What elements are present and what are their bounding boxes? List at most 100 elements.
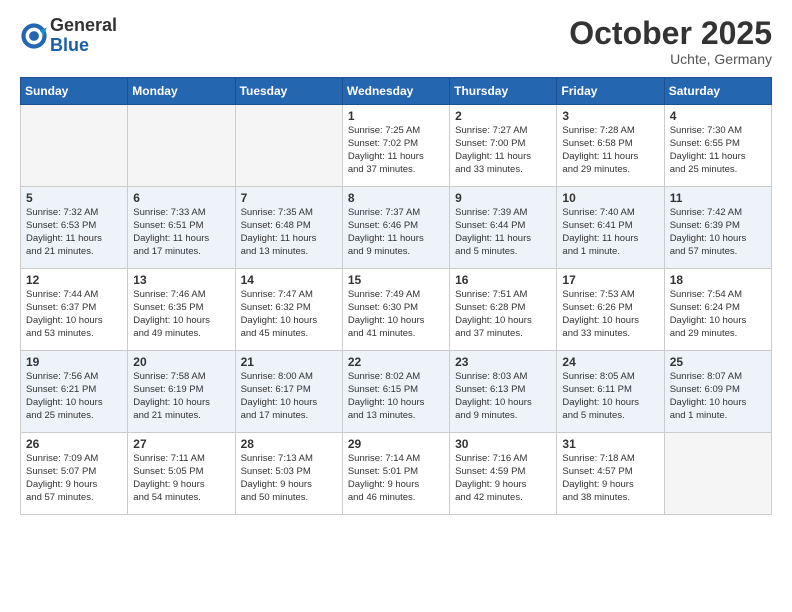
calendar-cell: 10 Sunrise: 7:40 AMSunset: 6:41 PMDayligh… (557, 187, 664, 269)
day-number: 30 (455, 437, 551, 451)
calendar-cell: 28 Sunrise: 7:13 AMSunset: 5:03 PMDayligh… (235, 433, 342, 515)
weekday-sunday: Sunday (21, 78, 128, 105)
calendar-cell: 8Sunrise: 7:37 AMSunset: 6:46 PMDaylight… (342, 187, 449, 269)
weekday-friday: Friday (557, 78, 664, 105)
day-detail: Sunrise: 7:47 AMSunset: 6:32 PMDaylight:… (241, 289, 337, 340)
day-detail: Sunrise: 7:37 AMSunset: 6:46 PMDaylight:… (348, 207, 444, 258)
day-detail: Sunrise: 8:05 AMSunset: 6:11 PMDaylight:… (562, 371, 658, 422)
day-detail: Sunrise: 7:09 AMSunset: 5:07 PMDaylight:… (26, 453, 122, 504)
calendar-cell: 20 Sunrise: 7:58 AMSunset: 6:19 PMDayligh… (128, 351, 235, 433)
day-number: 31 (562, 437, 658, 451)
calendar-cell: 17Sunrise: 7:53 AMSunset: 6:26 PMDayligh… (557, 269, 664, 351)
calendar-cell: 23Sunrise: 8:03 AMSunset: 6:13 PMDayligh… (450, 351, 557, 433)
day-number: 5 (26, 191, 122, 205)
logo-icon (20, 22, 48, 50)
calendar-cell: 15 Sunrise: 7:49 AMSunset: 6:30 PMDayligh… (342, 269, 449, 351)
day-number: 20 (133, 355, 229, 369)
day-detail: Sunrise: 7:27 AMSunset: 7:00 PMDaylight:… (455, 125, 551, 176)
day-detail: Sunrise: 7:40 AMSunset: 6:41 PMDaylight:… (562, 207, 658, 258)
day-detail: Sunrise: 7:25 AMSunset: 7:02 PMDaylight:… (348, 125, 444, 176)
day-detail: Sunrise: 7:44 AMSunset: 6:37 PMDaylight:… (26, 289, 122, 340)
day-number: 21 (241, 355, 337, 369)
day-number: 15 (348, 273, 444, 287)
day-number: 24 (562, 355, 658, 369)
location: Uchte, Germany (569, 51, 772, 67)
day-detail: Sunrise: 7:49 AMSunset: 6:30 PMDaylight:… (348, 289, 444, 340)
day-detail: Sunrise: 7:16 AMSunset: 4:59 PMDaylight:… (455, 453, 551, 504)
logo-blue-text: Blue (50, 35, 89, 55)
day-detail: Sunrise: 7:14 AMSunset: 5:01 PMDaylight:… (348, 453, 444, 504)
day-detail: Sunrise: 7:51 AMSunset: 6:28 PMDaylight:… (455, 289, 551, 340)
calendar-cell: 5 Sunrise: 7:32 AMSunset: 6:53 PMDaylight… (21, 187, 128, 269)
calendar-cell: 25 Sunrise: 8:07 AMSunset: 6:09 PMDayligh… (664, 351, 771, 433)
calendar-cell: 4Sunrise: 7:30 AMSunset: 6:55 PMDaylight… (664, 105, 771, 187)
day-detail: Sunrise: 7:46 AMSunset: 6:35 PMDaylight:… (133, 289, 229, 340)
day-number: 10 (562, 191, 658, 205)
day-number: 9 (455, 191, 551, 205)
day-detail: Sunrise: 7:58 AMSunset: 6:19 PMDaylight:… (133, 371, 229, 422)
day-number: 6 (133, 191, 229, 205)
weekday-header-row: SundayMondayTuesdayWednesdayThursdayFrid… (21, 78, 772, 105)
day-detail: Sunrise: 7:33 AMSunset: 6:51 PMDaylight:… (133, 207, 229, 258)
day-detail: Sunrise: 7:32 AMSunset: 6:53 PMDaylight:… (26, 207, 122, 258)
day-detail: Sunrise: 7:56 AMSunset: 6:21 PMDaylight:… (26, 371, 122, 422)
day-detail: Sunrise: 7:42 AMSunset: 6:39 PMDaylight:… (670, 207, 766, 258)
day-number: 13 (133, 273, 229, 287)
logo-general-text: General (50, 15, 117, 35)
calendar-cell: 30 Sunrise: 7:16 AMSunset: 4:59 PMDayligh… (450, 433, 557, 515)
calendar-cell: 3 Sunrise: 7:28 AMSunset: 6:58 PMDaylight… (557, 105, 664, 187)
day-detail: Sunrise: 8:02 AMSunset: 6:15 PMDaylight:… (348, 371, 444, 422)
calendar-cell: 26 Sunrise: 7:09 AMSunset: 5:07 PMDayligh… (21, 433, 128, 515)
calendar-cell: 24 Sunrise: 8:05 AMSunset: 6:11 PMDayligh… (557, 351, 664, 433)
day-detail: Sunrise: 7:18 AMSunset: 4:57 PMDaylight:… (562, 453, 658, 504)
weekday-tuesday: Tuesday (235, 78, 342, 105)
day-number: 25 (670, 355, 766, 369)
day-number: 1 (348, 109, 444, 123)
calendar-week-row: 5 Sunrise: 7:32 AMSunset: 6:53 PMDaylight… (21, 187, 772, 269)
calendar-week-row: 12Sunrise: 7:44 AMSunset: 6:37 PMDayligh… (21, 269, 772, 351)
calendar-cell: 31 Sunrise: 7:18 AMSunset: 4:57 PMDayligh… (557, 433, 664, 515)
day-number: 18 (670, 273, 766, 287)
calendar-cell: 12Sunrise: 7:44 AMSunset: 6:37 PMDayligh… (21, 269, 128, 351)
day-detail: Sunrise: 8:07 AMSunset: 6:09 PMDaylight:… (670, 371, 766, 422)
day-number: 22 (348, 355, 444, 369)
calendar-cell: 7Sunrise: 7:35 AMSunset: 6:48 PMDaylight… (235, 187, 342, 269)
day-number: 14 (241, 273, 337, 287)
day-detail: Sunrise: 7:35 AMSunset: 6:48 PMDaylight:… (241, 207, 337, 258)
day-number: 28 (241, 437, 337, 451)
day-number: 16 (455, 273, 551, 287)
page: General Blue October 2025 Uchte, Germany… (0, 0, 792, 531)
day-number: 29 (348, 437, 444, 451)
calendar-week-row: 19 Sunrise: 7:56 AMSunset: 6:21 PMDayligh… (21, 351, 772, 433)
calendar-cell (664, 433, 771, 515)
calendar-cell: 6 Sunrise: 7:33 AMSunset: 6:51 PMDaylight… (128, 187, 235, 269)
calendar-week-row: 26 Sunrise: 7:09 AMSunset: 5:07 PMDayligh… (21, 433, 772, 515)
day-detail: Sunrise: 7:39 AMSunset: 6:44 PMDaylight:… (455, 207, 551, 258)
day-number: 19 (26, 355, 122, 369)
calendar-cell: 11Sunrise: 7:42 AMSunset: 6:39 PMDayligh… (664, 187, 771, 269)
day-detail: Sunrise: 7:53 AMSunset: 6:26 PMDaylight:… (562, 289, 658, 340)
title-block: October 2025 Uchte, Germany (569, 16, 772, 67)
weekday-wednesday: Wednesday (342, 78, 449, 105)
calendar-cell: 1 Sunrise: 7:25 AMSunset: 7:02 PMDaylight… (342, 105, 449, 187)
day-detail: Sunrise: 7:11 AMSunset: 5:05 PMDaylight:… (133, 453, 229, 504)
calendar-cell: 2 Sunrise: 7:27 AMSunset: 7:00 PMDaylight… (450, 105, 557, 187)
calendar-cell: 19 Sunrise: 7:56 AMSunset: 6:21 PMDayligh… (21, 351, 128, 433)
calendar-cell: 18Sunrise: 7:54 AMSunset: 6:24 PMDayligh… (664, 269, 771, 351)
day-detail: Sunrise: 7:28 AMSunset: 6:58 PMDaylight:… (562, 125, 658, 176)
day-number: 2 (455, 109, 551, 123)
day-number: 26 (26, 437, 122, 451)
header: General Blue October 2025 Uchte, Germany (20, 16, 772, 67)
calendar-cell: 13 Sunrise: 7:46 AMSunset: 6:35 PMDayligh… (128, 269, 235, 351)
day-detail: Sunrise: 8:00 AMSunset: 6:17 PMDaylight:… (241, 371, 337, 422)
calendar-cell: 22 Sunrise: 8:02 AMSunset: 6:15 PMDayligh… (342, 351, 449, 433)
day-detail: Sunrise: 8:03 AMSunset: 6:13 PMDaylight:… (455, 371, 551, 422)
calendar: SundayMondayTuesdayWednesdayThursdayFrid… (20, 77, 772, 515)
calendar-cell: 14 Sunrise: 7:47 AMSunset: 6:32 PMDayligh… (235, 269, 342, 351)
day-number: 3 (562, 109, 658, 123)
weekday-saturday: Saturday (664, 78, 771, 105)
logo: General Blue (20, 16, 117, 56)
day-detail: Sunrise: 7:30 AMSunset: 6:55 PMDaylight:… (670, 125, 766, 176)
month-title: October 2025 (569, 16, 772, 51)
day-detail: Sunrise: 7:13 AMSunset: 5:03 PMDaylight:… (241, 453, 337, 504)
